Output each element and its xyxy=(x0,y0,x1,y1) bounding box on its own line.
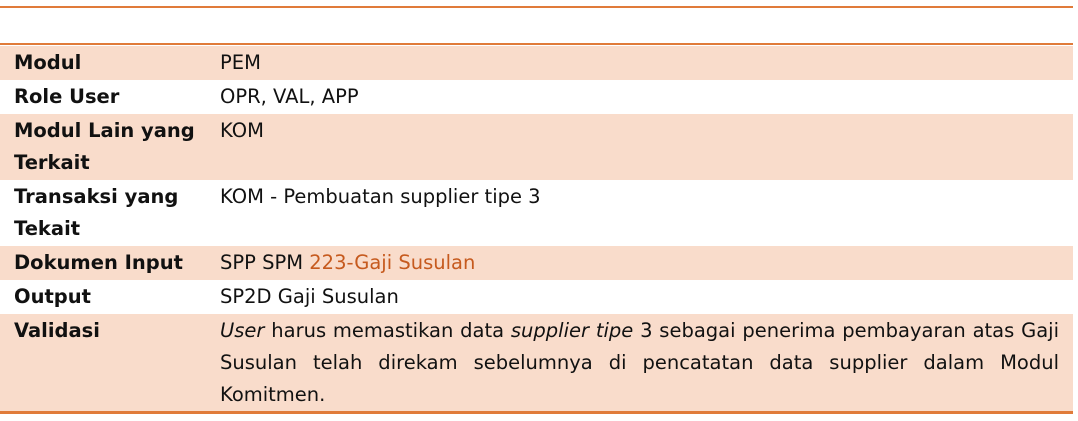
row-value: User harus memastikan data supplier tipe… xyxy=(210,314,1073,412)
row-value: OPR, VAL, APP xyxy=(210,80,1073,114)
row-label: Dokumen Input xyxy=(0,246,210,280)
row-value: SPP SPM 223-Gaji Susulan xyxy=(210,246,1073,280)
row-value: SP2D Gaji Susulan xyxy=(210,280,1073,314)
table-row: Validasi User harus memastikan data supp… xyxy=(0,314,1073,412)
table-top-rule xyxy=(0,43,1073,45)
row-label: Modul xyxy=(0,46,210,80)
table-bottom-rule xyxy=(0,411,1073,414)
row-label: Role User xyxy=(0,80,210,114)
table-row: Modul Lain yang Terkait KOM xyxy=(0,114,1073,180)
table-row: Dokumen Input SPP SPM 223-Gaji Susulan xyxy=(0,246,1073,280)
row-value: KOM - Pembuatan supplier tipe 3 xyxy=(210,180,1073,246)
table-row: Modul PEM xyxy=(0,46,1073,80)
italic-term: supplier tipe xyxy=(510,319,634,342)
table-row: Output SP2D Gaji Susulan xyxy=(0,280,1073,314)
text-segment: harus memastikan data xyxy=(264,319,511,342)
row-value: KOM xyxy=(210,114,1073,180)
row-label: Validasi xyxy=(0,314,210,412)
top-rule xyxy=(0,6,1073,8)
value-prefix: SPP SPM xyxy=(220,251,310,274)
row-label: Output xyxy=(0,280,210,314)
table-row: Transaksi yang Tekait KOM - Pembuatan su… xyxy=(0,180,1073,246)
row-label: Modul Lain yang Terkait xyxy=(0,114,210,180)
row-label: Transaksi yang Tekait xyxy=(0,180,210,246)
row-value: PEM xyxy=(210,46,1073,80)
table-row: Role User OPR, VAL, APP xyxy=(0,80,1073,114)
document-page: Modul PEM Role User OPR, VAL, APP Modul … xyxy=(0,0,1078,421)
highlighted-document-name: 223-Gaji Susulan xyxy=(309,251,476,274)
info-table: Modul PEM Role User OPR, VAL, APP Modul … xyxy=(0,46,1073,412)
italic-term: User xyxy=(220,319,265,342)
